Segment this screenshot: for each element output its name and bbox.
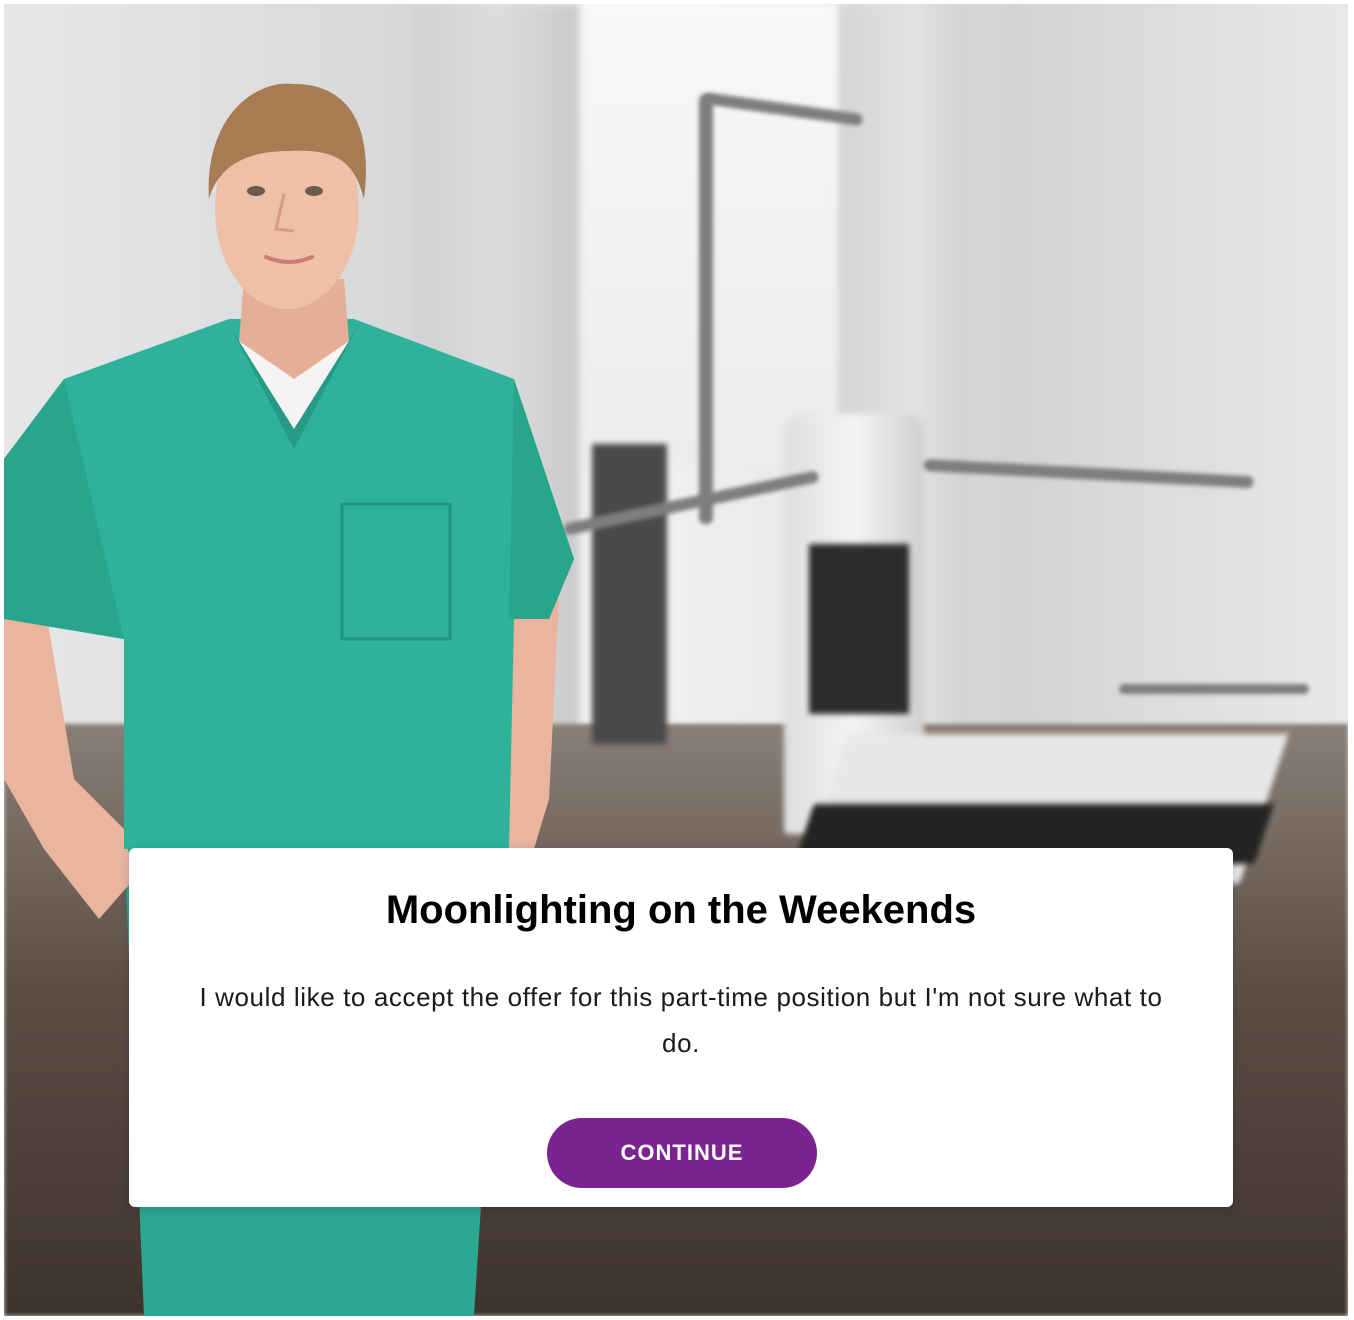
stair-lift-panel	[809, 544, 909, 714]
story-dialog: Moonlighting on the Weekends I would lik…	[129, 848, 1233, 1207]
scene-frame: Moonlighting on the Weekends I would lik…	[4, 4, 1348, 1316]
handrail	[699, 94, 713, 524]
background-pillar-left	[414, 4, 579, 804]
dialog-message: I would like to accept the offer for thi…	[199, 982, 1163, 1058]
dialog-title: Moonlighting on the Weekends	[385, 888, 977, 932]
handrail	[1119, 684, 1309, 694]
background-cabinet	[592, 444, 667, 744]
continue-button[interactable]: CONTINUE	[547, 1118, 817, 1188]
